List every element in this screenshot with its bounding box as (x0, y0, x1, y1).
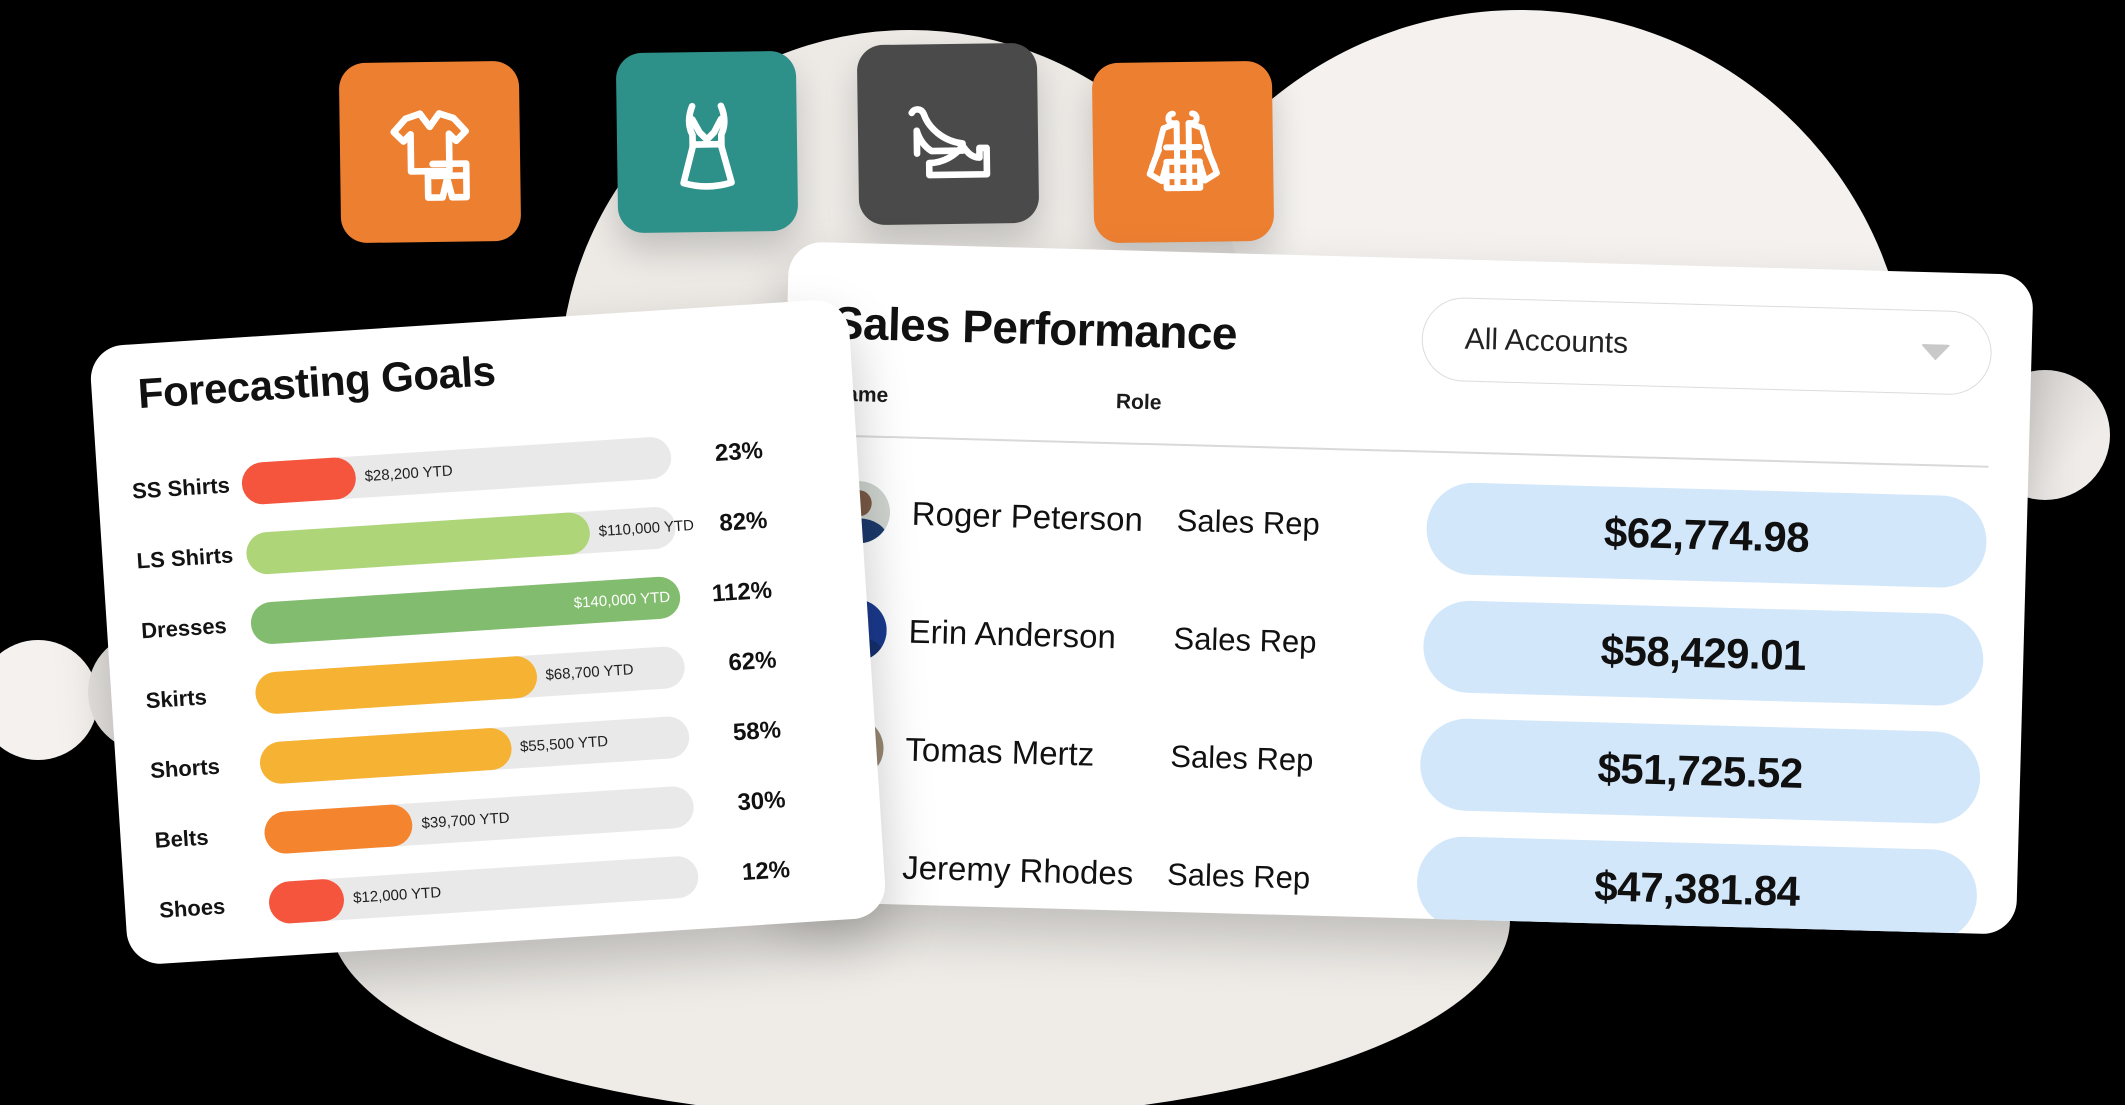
sales-amount-pill: $58,429.01 (1422, 599, 1985, 707)
forecast-bar-fill (267, 877, 346, 925)
jacket-icon (1122, 91, 1244, 213)
background-circle-left-a (0, 640, 98, 760)
forecast-bar-label: Belts (153, 824, 210, 853)
forecast-bar-percent: 58% (732, 716, 782, 747)
forecast-bar-label: Dresses (140, 612, 228, 644)
forecast-bar-fill (263, 803, 414, 855)
forecast-bar-ytd-label: $39,700 YTD (421, 809, 511, 833)
forecast-bar-fill (240, 456, 358, 506)
category-tile-shirts-shorts[interactable] (338, 60, 522, 244)
sales-amount-cell: $51,725.52 (1419, 717, 2021, 826)
sales-amount-pill: $62,774.98 (1425, 481, 1988, 589)
chevron-down-icon (1920, 343, 1951, 361)
forecast-bar-ytd-label: $55,500 YTD (519, 733, 609, 756)
sales-rep-role: Sales Rep (1173, 620, 1318, 660)
forecast-bar-fill (258, 726, 513, 785)
sales-amount-pill: $47,381.84 (1415, 835, 1979, 935)
account-filter-dropdown[interactable]: All Accounts (1420, 296, 1993, 396)
scene: Sales Performance All Accounts Name Role… (0, 0, 2125, 1105)
forecast-bar-percent: 30% (736, 786, 787, 817)
forecasting-goals-card: Forecasting Goals SS Shirts $28,200 YTD 23… (88, 298, 888, 966)
forecast-bar-ytd-label: $28,200 YTD (364, 462, 454, 486)
category-tile-shoes[interactable] (856, 42, 1040, 226)
forecast-bar-percent: 62% (727, 646, 778, 677)
sales-amount-cell: $58,429.01 (1422, 599, 2024, 708)
sales-rep-name: Erin Anderson (908, 612, 1117, 656)
forecast-bar-label: LS Shirts (135, 542, 234, 574)
forecast-bar-fill (245, 511, 592, 576)
column-header-role: Role (1115, 390, 1162, 415)
sales-rep-role: Sales Rep (1169, 738, 1314, 778)
dress-icon (646, 81, 768, 203)
sales-amount-cell: $62,774.98 (1425, 481, 2027, 590)
sales-performance-card: Sales Performance All Accounts Name Role… (771, 241, 2034, 935)
sales-card-title: Sales Performance (832, 296, 1238, 360)
category-tile-jackets[interactable] (1091, 60, 1275, 244)
forecast-bar-percent: 23% (714, 436, 764, 467)
account-filter-value: All Accounts (1464, 322, 1629, 361)
forecast-bar-label: Skirts (144, 684, 208, 714)
sales-rep-role: Sales Rep (1166, 856, 1311, 896)
forecast-bar-list: SS Shirts $28,200 YTD 23% LS Shirts $110,000… (96, 410, 886, 948)
forecast-bar-percent: 12% (741, 856, 791, 887)
forecast-bar-label: SS Shirts (131, 472, 231, 504)
forecast-bar-label: Shorts (149, 753, 221, 784)
forecast-bar-percent: 112% (711, 576, 773, 608)
sales-amount-pill: $51,725.52 (1419, 717, 1982, 825)
forecast-bar-ytd-label: $12,000 YTD (352, 884, 442, 907)
forecasting-goals-title: Forecasting Goals (136, 347, 497, 418)
forecast-bar-label: Shoes (158, 893, 226, 923)
sales-rep-role: Sales Rep (1176, 502, 1321, 542)
shirt-shorts-icon (369, 91, 491, 213)
sales-rep-name: Jeremy Rhodes (901, 848, 1134, 892)
sales-table-body: Roger Peterson Sales Rep $62,774.98 Erin An… (771, 451, 2028, 935)
sales-rep-name: Roger Peterson (911, 494, 1144, 538)
sales-rep-name: Tomas Mertz (904, 730, 1095, 773)
forecast-bar-ytd-label: $68,700 YTD (545, 661, 635, 684)
sales-amount-cell: $47,381.84 (1415, 835, 2018, 935)
category-tile-dresses[interactable] (615, 50, 799, 234)
shoes-icon (887, 73, 1009, 195)
forecast-bar-fill (254, 655, 538, 716)
forecast-bar-track: $12,000 YTD (267, 854, 700, 925)
